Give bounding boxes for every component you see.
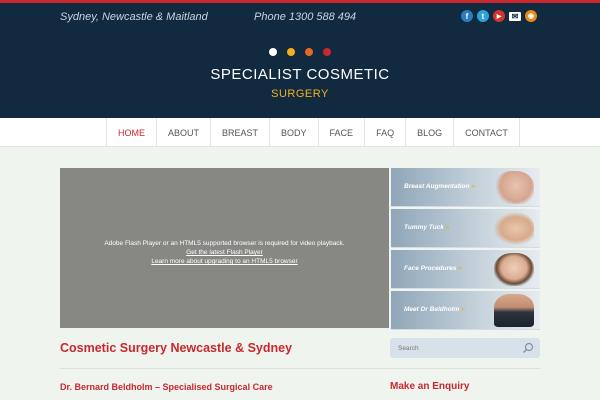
html5-browser-link[interactable]: Learn more about upgrading to an HTML5 b… (60, 257, 389, 266)
promo-breast-augmentation[interactable]: Breast Augmentation» (391, 168, 540, 207)
brand-dot (305, 48, 313, 56)
divider (60, 368, 540, 369)
arrow-icon: » (458, 265, 463, 272)
search-icon[interactable] (522, 342, 534, 354)
email-icon[interactable]: ✉ (509, 12, 521, 21)
face-image (494, 253, 534, 286)
torso-image (494, 171, 534, 204)
brand-dots (269, 48, 331, 56)
section-heading: Dr. Bernard Beldholm – Specialised Surgi… (60, 382, 273, 392)
promo-label: Breast Augmentation (404, 183, 470, 190)
site-header: Sydney, Newcastle & Maitland Phone 1300 … (0, 0, 600, 118)
promo-label: Face Procedures (404, 265, 457, 272)
flash-required-text: Adobe Flash Player or an HTML5 supported… (104, 240, 345, 247)
phone-number[interactable]: Phone 1300 588 494 (254, 11, 356, 23)
arrow-icon: » (471, 183, 476, 190)
video-player[interactable]: Adobe Flash Player or an HTML5 supported… (60, 168, 389, 328)
promo-label: Meet Dr Beldholm (404, 306, 460, 313)
doctor-portrait-image (494, 294, 534, 327)
arrow-icon: » (461, 306, 465, 313)
flash-player-link[interactable]: Get the latest Flash Player (60, 248, 389, 257)
nav-item-breast[interactable]: BREAST (210, 118, 269, 147)
nav-item-home[interactable]: HOME (106, 118, 156, 147)
nav-item-blog[interactable]: BLOG (405, 118, 453, 147)
page-title: Cosmetic Surgery Newcastle & Sydney (60, 341, 293, 355)
arrow-icon: » (445, 224, 450, 231)
search-box (390, 338, 540, 358)
logo-title[interactable]: SPECIALIST COSMETIC (0, 66, 600, 83)
video-fallback-message: Adobe Flash Player or an HTML5 supported… (60, 239, 389, 266)
promo-meet-doctor[interactable]: Meet Dr Beldholm» (391, 291, 540, 330)
nav-item-faq[interactable]: FAQ (364, 118, 405, 147)
abdomen-image (494, 212, 534, 245)
promo-face-procedures[interactable]: Face Procedures» (391, 250, 540, 289)
facebook-icon[interactable]: f (461, 10, 473, 22)
main-navigation: HOME ABOUT BREAST BODY FACE FAQ BLOG CON… (0, 118, 600, 147)
twitter-icon[interactable]: t (477, 10, 489, 22)
promo-tummy-tuck[interactable]: Tummy Tuck» (391, 209, 540, 248)
nav-item-body[interactable]: BODY (269, 118, 318, 147)
promo-label: Tummy Tuck (404, 224, 444, 231)
nav-item-face[interactable]: FACE (317, 118, 365, 147)
rss-icon[interactable]: ◉ (525, 10, 537, 22)
enquiry-heading: Make an Enquiry (390, 381, 470, 392)
brand-dot (323, 48, 331, 56)
nav-item-about[interactable]: ABOUT (156, 118, 210, 147)
search-input[interactable] (398, 342, 518, 354)
brand-dot (269, 48, 277, 56)
brand-dot (287, 48, 295, 56)
youtube-icon[interactable]: ▶ (493, 10, 505, 22)
social-links: f t ▶ ✉ ◉ (461, 10, 537, 22)
logo-subtitle[interactable]: SURGERY (0, 88, 600, 100)
nav-item-contact[interactable]: CONTACT (453, 118, 520, 147)
location-text: Sydney, Newcastle & Maitland (60, 11, 208, 23)
